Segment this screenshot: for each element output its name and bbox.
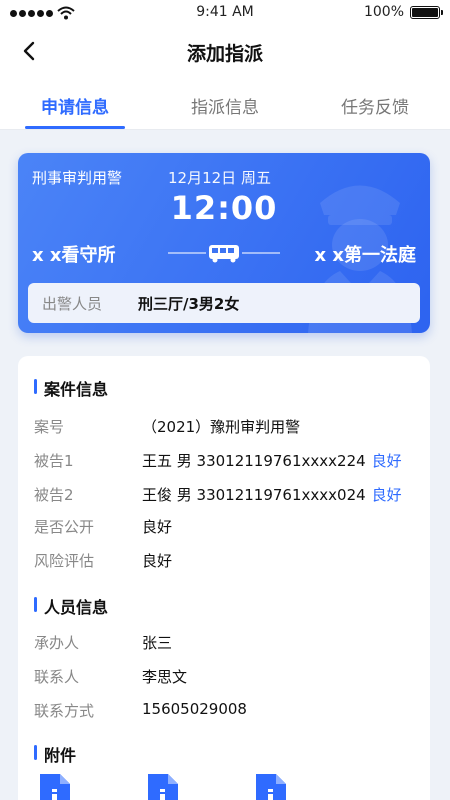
row-value: 15605029008 (142, 700, 247, 718)
people-info-heading: 人员信息 (34, 594, 108, 618)
officers-bar: 出警人员 刑三厅/3男2女 (28, 283, 420, 323)
origin-location: x x看守所 (32, 245, 116, 266)
row-value: 良好 (142, 518, 173, 536)
status-tag: 良好 (371, 452, 402, 470)
case-info-heading: 案件信息 (34, 376, 108, 400)
destination-location: x x第一法庭 (314, 245, 417, 266)
row-label: 联系方式 (34, 702, 95, 720)
case-row-risk: 风险评估 良好 (34, 550, 414, 572)
bus-route-icon (168, 245, 280, 263)
case-row-case-number: 案号 （2021）豫刑审判用警 (34, 416, 414, 438)
row-value: 王五 男 33012119761xxxx224 (142, 452, 366, 470)
officers-value: 刑三厅/3男2女 (138, 295, 240, 313)
people-row-phone: 联系方式 15605029008 (34, 700, 414, 722)
file-icon[interactable] (40, 774, 70, 800)
people-row-contact: 联系人 李思文 (34, 666, 414, 688)
row-label: 被告1 (34, 452, 74, 470)
tab-bar: 申请信息 指派信息 任务反馈 (0, 76, 450, 130)
row-label: 被告2 (34, 486, 74, 504)
tab-application-info[interactable]: 申请信息 (0, 76, 150, 129)
tab-assignment-info[interactable]: 指派信息 (150, 76, 300, 129)
row-value: 李思文 (142, 668, 188, 686)
schedule-date: 12月12日 周五 (168, 169, 271, 187)
row-value: （2021）豫刑审判用警 (142, 418, 301, 436)
assignment-summary-card: 刑事审判用警 12月12日 周五 12:00 x x看守所 x x第一法庭 出警… (18, 153, 430, 333)
status-tag: 良好 (371, 486, 402, 504)
row-label: 承办人 (34, 634, 80, 652)
battery-icon (410, 5, 443, 19)
case-row-public: 是否公开 良好 (34, 516, 414, 538)
row-value: 王俊 男 33012119761xxxx024 (142, 486, 366, 504)
attachments-heading: 附件 (34, 742, 76, 766)
nav-bar: 添加指派 (0, 26, 450, 76)
people-row-handler: 承办人 张三 (34, 632, 414, 654)
schedule-time: 12:00 (170, 189, 278, 227)
details-panel: 案件信息 案号 （2021）豫刑审判用警 被告1 王五 男 3301211976… (18, 356, 430, 800)
case-row-defendant-1: 被告1 王五 男 33012119761xxxx224 良好 (34, 450, 414, 472)
row-label: 联系人 (34, 668, 80, 686)
row-value: 良好 (142, 552, 173, 570)
row-label: 是否公开 (34, 518, 95, 536)
file-icon[interactable] (256, 774, 286, 800)
page-title: 添加指派 (186, 43, 263, 65)
battery-percent: 100% (363, 4, 404, 20)
row-label: 案号 (34, 418, 65, 436)
officers-label: 出警人员 (42, 295, 103, 313)
status-bar: 9:41 AM 100% (0, 0, 450, 26)
case-type: 刑事审判用警 (32, 169, 123, 187)
case-row-defendant-2: 被告2 王俊 男 33012119761xxxx024 良好 (34, 484, 414, 506)
row-value: 张三 (142, 634, 173, 652)
row-label: 风险评估 (34, 552, 95, 570)
file-icon[interactable] (148, 774, 178, 800)
attachment-list (40, 774, 286, 800)
tab-task-feedback[interactable]: 任务反馈 (300, 76, 450, 129)
